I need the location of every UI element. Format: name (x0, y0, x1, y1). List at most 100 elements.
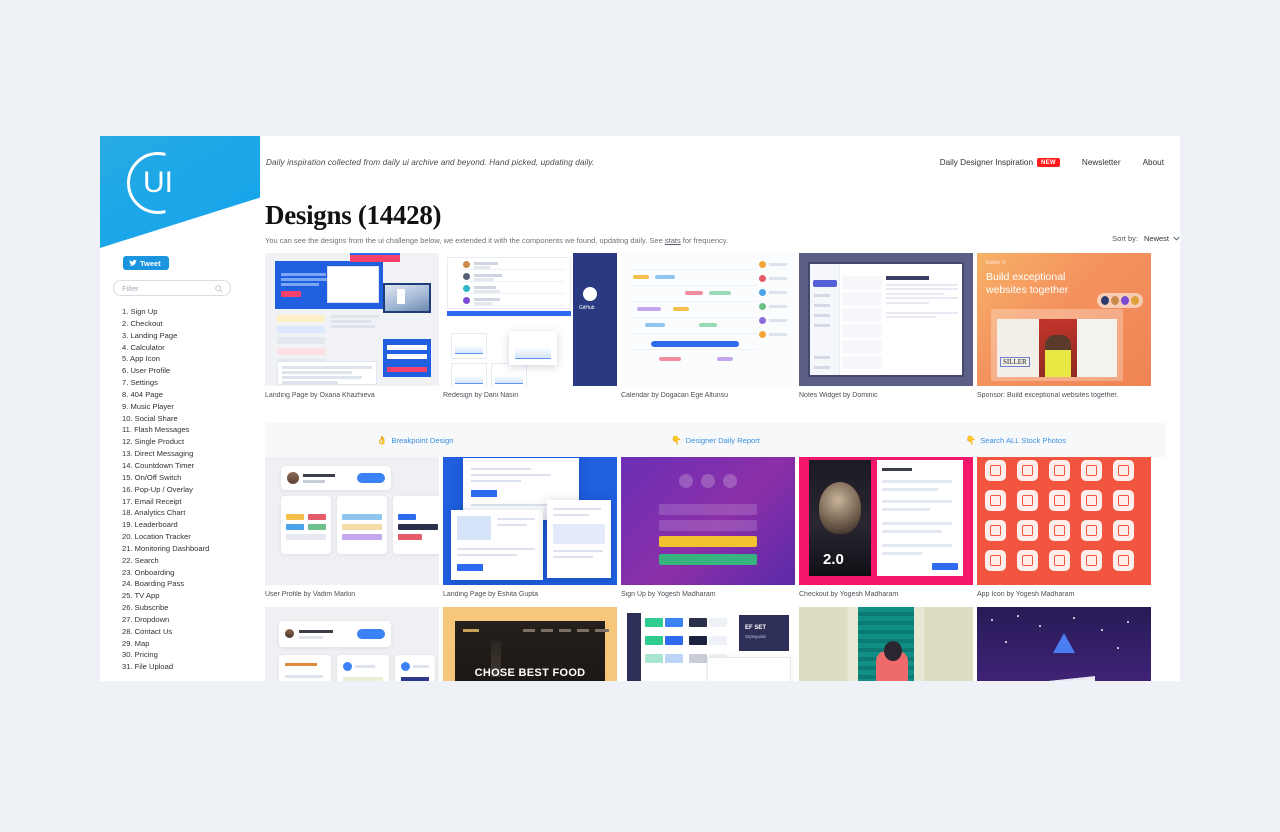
nav-link-label[interactable]: About (1143, 158, 1164, 167)
sidebar-item-app-icon[interactable]: 5. App Icon (122, 353, 258, 365)
nav-item-daily-designer-inspiration[interactable]: Daily Designer Inspiration NEW (940, 158, 1060, 167)
promo-link-designer-daily-report[interactable]: 👇 Designer Daily Report (565, 435, 865, 446)
sidebar-item-on-off-switch[interactable]: 15. On/Off Switch (122, 472, 258, 484)
sidebar-item-onboarding[interactable]: 23. Onboarding (122, 567, 258, 579)
nav-link-label[interactable]: Newsletter (1082, 158, 1121, 167)
design-card[interactable]: User Profile by Vadim Markin (265, 452, 439, 607)
top-navigation: Daily Designer Inspiration NEW Newslette… (940, 158, 1164, 167)
point-down-icon: 👇 (671, 434, 682, 445)
design-thumbnail-landing-page[interactable] (265, 253, 439, 386)
design-card[interactable]: 2.0 Checkout by Yogesh Madharam (799, 452, 973, 607)
design-card[interactable]: Sign Up by Yogesh Madharam (621, 452, 795, 607)
sidebar-item-landing-page[interactable]: 3. Landing Page (122, 330, 258, 342)
design-thumbnail-calendar[interactable] (621, 253, 795, 386)
sidebar-item-flash-messages[interactable]: 11. Flash Messages (122, 424, 258, 436)
promo-link-search-stock-photos[interactable]: 👇 Search ALL Stock Photos (866, 435, 1166, 446)
sidebar-item-dropdown[interactable]: 27. Dropdown (122, 614, 258, 626)
design-thumbnail-notes-widget[interactable] (799, 253, 973, 386)
design-thumbnail-redesign[interactable]: GitHub (443, 253, 617, 386)
sidebar-item-tv-app[interactable]: 25. TV App (122, 590, 258, 602)
sort-select[interactable]: Newest (1144, 234, 1180, 243)
sidebar-item-calculator[interactable]: 4. Calculator (122, 342, 258, 354)
search-icon (215, 285, 223, 293)
filter-box[interactable] (113, 280, 231, 296)
design-card[interactable]: CHOSE BEST FOOD (443, 607, 617, 681)
design-caption: Landing Page by Oxana Khazhieva (265, 392, 375, 399)
sidebar-item-countdown-timer[interactable]: 14. Countdown Timer (122, 460, 258, 472)
food-headline: CHOSE BEST FOOD (474, 667, 586, 679)
promo-label: Search ALL Stock Photos (980, 435, 1067, 445)
design-thumbnail-styleguide[interactable]: EF SET Styleguide (621, 607, 795, 681)
design-card[interactable]: Notes Widget by Dominic (799, 253, 973, 408)
sponsor-card[interactable]: Editor X Build exceptional websites toge… (977, 253, 1151, 408)
sidebar-item-sign-up[interactable]: 1. Sign Up (122, 306, 258, 318)
sidebar-item-checkout[interactable]: 2. Checkout (122, 318, 258, 330)
design-card[interactable]: App Icon by Yogesh Madharam (977, 452, 1151, 607)
sidebar-item-music-player[interactable]: 9. Music Player (122, 401, 258, 413)
twitter-icon (129, 259, 137, 266)
design-card[interactable] (799, 607, 973, 681)
stats-link[interactable]: stats (665, 236, 681, 245)
page-subtitle: You can see the designs from the ui chal… (265, 236, 1165, 245)
sidebar-item-search[interactable]: 22. Search (122, 555, 258, 567)
sort-control[interactable]: Sort by: Newest (1112, 234, 1180, 243)
styleguide-subtitle: Styleguide (745, 634, 767, 639)
site-logo[interactable]: UI (100, 136, 260, 248)
design-card[interactable]: Landing Page by Eshita Gupta (443, 452, 617, 607)
design-thumbnail-app-icon[interactable] (977, 452, 1151, 585)
sidebar-item-404-page[interactable]: 8. 404 Page (122, 389, 258, 401)
design-card[interactable]: GitHub Redesign by Dani Nasiri (443, 253, 617, 408)
sidebar-item-email-receipt[interactable]: 17. Email Receipt (122, 496, 258, 508)
sponsor-brand: Editor X (986, 260, 1006, 266)
design-card[interactable]: Landing Page by Oxana Khazhieva (265, 253, 439, 408)
sidebar-item-location-tracker[interactable]: 20. Location Tracker (122, 531, 258, 543)
sidebar-item-contact-us[interactable]: 28. Contact Us (122, 626, 258, 638)
sidebar-item-file-upload[interactable]: 31. File Upload (122, 661, 258, 673)
sidebar-item-leaderboard[interactable]: 19. Leaderboard (122, 519, 258, 531)
design-thumbnail-sponsor[interactable]: Editor X Build exceptional websites toge… (977, 253, 1151, 386)
avatar-group (1097, 293, 1143, 308)
tweet-button[interactable]: Tweet (123, 256, 169, 270)
subtitle-text-before: You can see the designs from the ui chal… (265, 236, 665, 245)
nav-link-label[interactable]: Daily Designer Inspiration (940, 158, 1033, 167)
design-thumbnail-landing-page-2[interactable] (443, 452, 617, 585)
sponsor-headline: Build exceptional websites together (986, 271, 1068, 296)
sidebar-item-single-product[interactable]: 12. Single Product (122, 436, 258, 448)
sidebar-item-monitoring-dashboard[interactable]: 21. Monitoring Dashboard (122, 543, 258, 555)
design-thumbnail-sign-up[interactable] (621, 452, 795, 585)
sort-value: Newest (1143, 234, 1169, 243)
sidebar-item-boarding-pass[interactable]: 24. Boarding Pass (122, 578, 258, 590)
design-card[interactable] (977, 607, 1151, 681)
design-card[interactable] (265, 607, 439, 681)
design-thumbnail-illustration[interactable] (799, 607, 973, 681)
sidebar-item-subscribe[interactable]: 26. Subscribe (122, 602, 258, 614)
sidebar-item-settings[interactable]: 7. Settings (122, 377, 258, 389)
main-header: Designs (14428) You can see the designs … (265, 200, 1165, 245)
design-card[interactable]: Calendar by Dogacan Ege Altunsu (621, 253, 795, 408)
design-thumbnail-profile-card[interactable] (265, 607, 439, 681)
sidebar-item-analytics-chart[interactable]: 18. Analytics Chart (122, 507, 258, 519)
design-card[interactable]: EF SET Styleguide (621, 607, 795, 681)
design-thumbnail-checkout[interactable]: 2.0 (799, 452, 973, 585)
sidebar-item-direct-messaging[interactable]: 13. Direct Messaging (122, 448, 258, 460)
sidebar-item-map[interactable]: 29. Map (122, 638, 258, 650)
design-thumbnail-user-profile[interactable] (265, 452, 439, 585)
sidebar-item-user-profile[interactable]: 6. User Profile (122, 365, 258, 377)
sidebar-item-social-share[interactable]: 10. Social Share (122, 413, 258, 425)
nav-item-about[interactable]: About (1143, 158, 1164, 167)
promo-label: Breakpoint Design (391, 435, 454, 445)
sidebar-item-pop-up-overlay[interactable]: 16. Pop-Up / Overlay (122, 484, 258, 496)
site-tagline: Daily inspiration collected from daily u… (266, 158, 595, 167)
search-input[interactable] (122, 283, 212, 293)
promo-link-breakpoint-design[interactable]: 👌 Breakpoint Design (265, 435, 565, 446)
design-thumbnail-night-scene[interactable] (977, 607, 1151, 681)
challenge-list: 1. Sign Up 2. Checkout 3. Landing Page 4… (122, 306, 258, 673)
sort-label: Sort by: (1112, 234, 1138, 243)
sidebar-item-pricing[interactable]: 30. Pricing (122, 649, 258, 661)
nav-item-newsletter[interactable]: Newsletter (1082, 158, 1121, 167)
page-title: Designs (14428) (265, 200, 442, 230)
design-caption: Calendar by Dogacan Ege Altunsu (621, 392, 729, 399)
design-caption: Landing Page by Eshita Gupta (443, 591, 538, 598)
design-thumbnail-food[interactable]: CHOSE BEST FOOD (443, 607, 617, 681)
design-caption: Redesign by Dani Nasiri (443, 392, 519, 399)
